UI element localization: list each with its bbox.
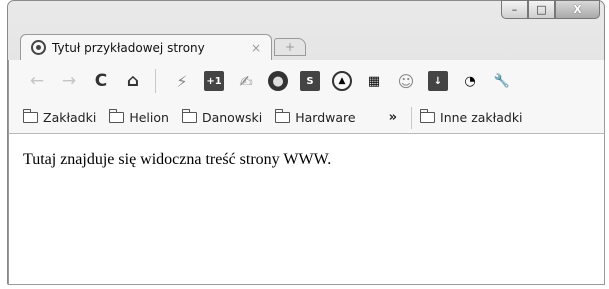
toolbar-divider: [155, 69, 156, 93]
smiley-icon[interactable]: ☺: [396, 71, 416, 91]
back-icon[interactable]: ←: [25, 69, 49, 93]
forward-icon[interactable]: →: [57, 69, 81, 93]
bookmark-folder-helion[interactable]: Helion: [109, 109, 169, 125]
wrench-icon[interactable]: 🔧: [492, 71, 512, 91]
reload-icon[interactable]: C: [89, 69, 113, 93]
page-content: Tutaj znajduje się widoczna treść strony…: [8, 134, 605, 285]
toolbar: ← → C ⌂ ⚡ +1 ✍ ● S ▲ ▦ ☺ ↓ ◔ 🔧: [8, 60, 605, 102]
folder-icon: [109, 109, 125, 123]
bookmark-folder-danowski[interactable]: Danowski: [181, 109, 263, 125]
window-controls: – □ X: [501, 0, 600, 19]
folder-icon: [420, 109, 436, 123]
bookmark-label: Zakładki: [43, 110, 97, 125]
folder-icon: [181, 109, 197, 123]
minimize-button[interactable]: –: [501, 0, 528, 19]
bookmarks-overflow-button[interactable]: »: [389, 110, 397, 125]
bookmark-folder-zakladki[interactable]: Zakładki: [23, 109, 97, 125]
active-tab[interactable]: Tytuł przykładowej strony ×: [20, 34, 272, 60]
folder-icon: [275, 109, 291, 123]
bookmark-label: Inne zakładki: [440, 110, 523, 125]
record-icon[interactable]: ●: [268, 71, 288, 91]
globe-icon: [31, 40, 46, 55]
signal-icon[interactable]: ◔: [460, 71, 480, 91]
bookmarks-divider: [411, 106, 413, 129]
bookmark-label: Helion: [129, 110, 169, 125]
dollar-icon[interactable]: S: [300, 71, 320, 91]
translate-icon[interactable]: ✍: [236, 71, 256, 91]
bookmark-label: Hardware: [295, 110, 356, 125]
new-tab-button[interactable]: +: [274, 38, 306, 56]
bookmarks-bar: Zakładki Helion Danowski Hardware » Inne…: [8, 102, 605, 134]
stop-icon[interactable]: ▲: [332, 71, 352, 91]
other-bookmarks-folder[interactable]: Inne zakładki: [420, 109, 523, 125]
download-icon[interactable]: ↓: [428, 71, 448, 91]
tab-title: Tytuł przykładowej strony: [52, 40, 205, 55]
bookmark-label: Danowski: [201, 110, 263, 125]
page-text: Tutaj znajduje się widoczna treść strony…: [23, 151, 332, 168]
home-icon[interactable]: ⌂: [121, 69, 145, 93]
bookmark-folder-hardware[interactable]: Hardware: [275, 109, 356, 125]
maximize-button[interactable]: □: [528, 0, 555, 19]
bolt-icon[interactable]: ⚡: [172, 71, 192, 91]
close-tab-icon[interactable]: ×: [251, 41, 261, 55]
rss-counter-icon[interactable]: +1: [204, 71, 224, 91]
folder-icon: [23, 109, 38, 123]
calendar-icon[interactable]: ▦: [364, 71, 384, 91]
close-window-button[interactable]: X: [555, 0, 600, 19]
